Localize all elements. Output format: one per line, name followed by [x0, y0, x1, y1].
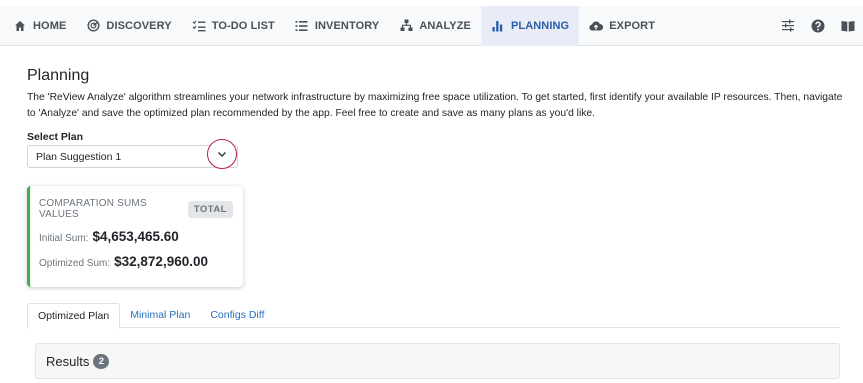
results-panel[interactable]: Results 2 — [35, 343, 840, 379]
nav-label: EXPORT — [609, 19, 656, 32]
optimized-sum-label: Optimized Sum: — [39, 258, 111, 269]
plan-tabs: Optimized Plan Minimal Plan Configs Diff — [27, 303, 840, 329]
initial-sum-label: Initial Sum: — [39, 233, 89, 244]
nav-inventory[interactable]: INVENTORY — [285, 6, 389, 46]
radar-icon — [86, 19, 100, 33]
tab-minimal-plan[interactable]: Minimal Plan — [120, 303, 200, 328]
nav-label: ANALYZE — [419, 19, 471, 32]
nav-discovery[interactable]: DISCOVERY — [76, 6, 181, 46]
select-plan-label: Select Plan — [27, 131, 84, 143]
nav-home[interactable]: HOME — [0, 6, 76, 46]
bar-chart-icon — [491, 19, 505, 33]
nav-label: DISCOVERY — [106, 19, 172, 32]
book-icon[interactable] — [833, 6, 863, 46]
nav-todo-list[interactable]: TO-DO LIST — [182, 6, 285, 46]
cloud-upload-icon — [589, 19, 604, 33]
total-badge: TOTAL — [187, 200, 233, 218]
page-title: Planning — [27, 67, 90, 84]
planning-content: Planning The 'ReView Analyze' algorithm … — [27, 60, 857, 379]
checklist-icon — [192, 19, 206, 33]
plan-select-value: Plan Suggestion 1 — [36, 151, 122, 163]
home-icon — [13, 19, 27, 33]
nav-planning[interactable]: PLANNING — [480, 5, 580, 46]
nav-label: HOME — [33, 19, 67, 32]
tab-optimized-plan[interactable]: Optimized Plan — [27, 303, 121, 329]
optimized-sum-value: $32,872,960.00 — [114, 254, 208, 269]
optimized-sum-row: Optimized Sum: $32,872,960.00 — [39, 254, 233, 269]
page-description: The 'ReView Analyze' algorithm streamlin… — [27, 92, 843, 119]
nav-right-tools — [773, 6, 863, 46]
top-navigation: HOME DISCOVERY TO-DO LIST INVENTORY ANAL… — [0, 5, 863, 46]
nav-label: INVENTORY — [314, 19, 380, 32]
nav-analyze[interactable]: ANALYZE — [389, 6, 481, 46]
nav-export[interactable]: EXPORT — [579, 6, 665, 46]
sliders-icon[interactable] — [773, 6, 803, 46]
nav-label: TO-DO LIST — [211, 19, 275, 32]
nav-label: PLANNING — [510, 19, 570, 32]
initial-sum-value: $4,653,465.60 — [92, 229, 179, 244]
card-title: COMPARATION SUMS VALUES — [39, 198, 147, 220]
initial-sum-row: Initial Sum: $4,653,465.60 — [39, 229, 233, 244]
comparison-sums-card: COMPARATION SUMS VALUES TOTAL Initial Su… — [27, 186, 243, 287]
results-title: Results — [46, 353, 90, 369]
plan-select[interactable]: Plan Suggestion 1 — [27, 139, 238, 169]
tab-configs-diff[interactable]: Configs Diff — [200, 303, 274, 328]
list-icon — [295, 19, 309, 33]
chevron-down-icon[interactable] — [207, 139, 237, 169]
help-icon[interactable] — [803, 6, 833, 46]
results-count-badge: 2 — [93, 353, 110, 369]
network-icon — [399, 19, 413, 33]
